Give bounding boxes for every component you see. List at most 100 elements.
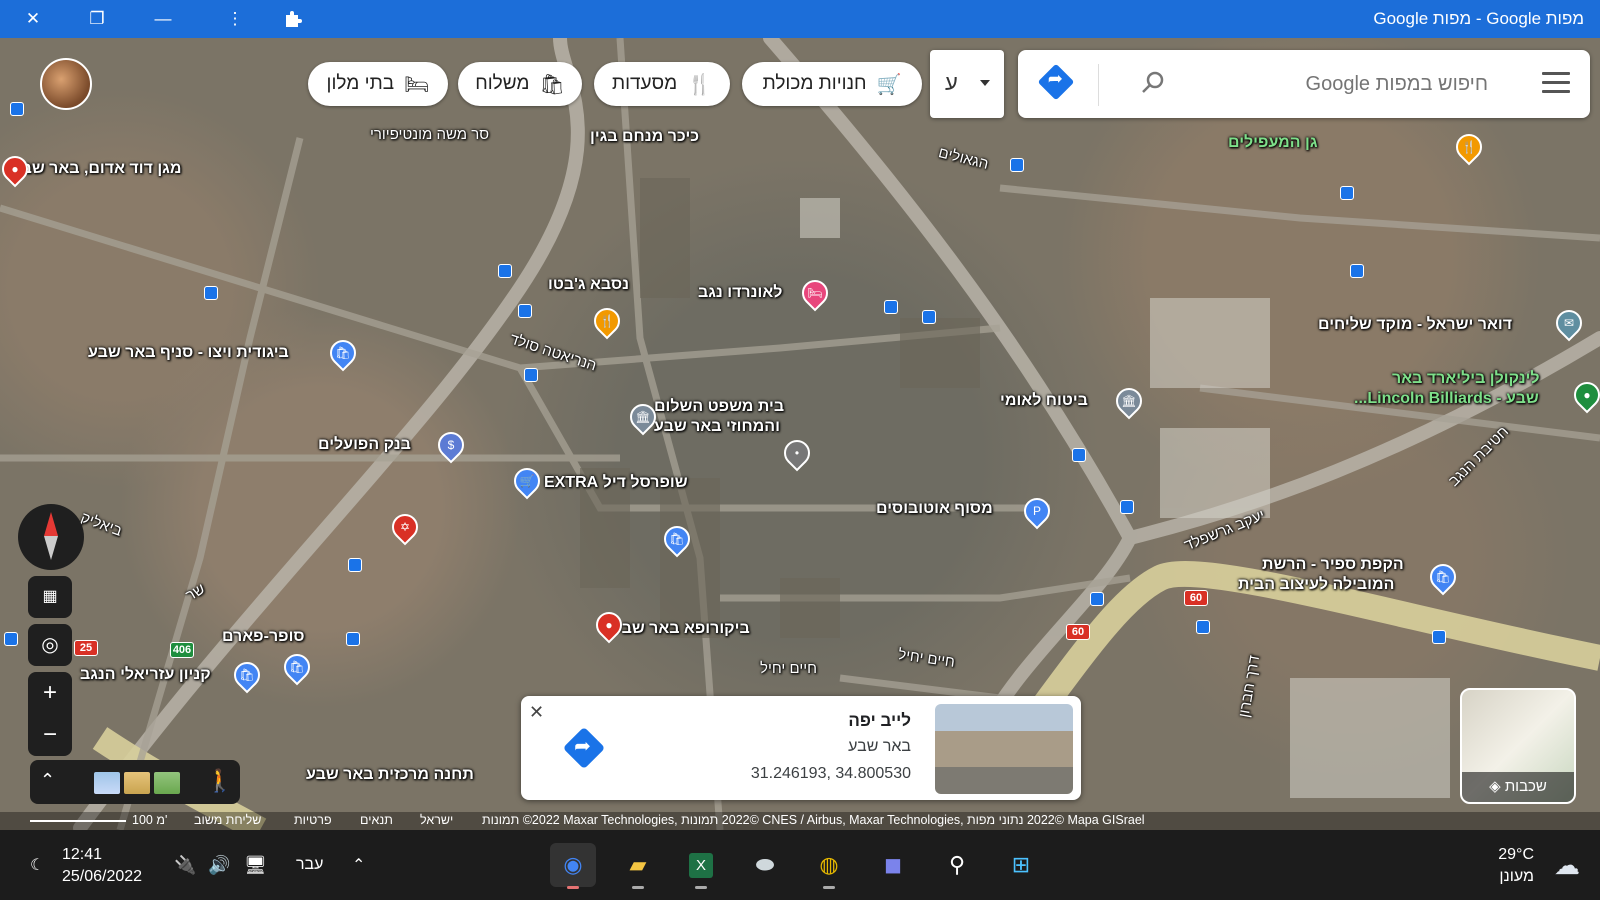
- bus-stop-icon[interactable]: [1120, 500, 1134, 514]
- file-explorer-icon[interactable]: ▰: [615, 843, 661, 889]
- directions-icon[interactable]: ➦: [562, 726, 606, 770]
- bus-stop-icon[interactable]: [1432, 630, 1446, 644]
- clock[interactable]: 12:41 25/06/2022: [62, 844, 142, 888]
- map-label-lincoln-2[interactable]: שבע - Lincoln Billiards...: [1354, 390, 1539, 408]
- search-divider: [1098, 64, 1099, 106]
- restore-window-button[interactable]: ❐: [74, 0, 120, 38]
- weather-condition: מעונן: [1499, 868, 1534, 885]
- chip-restaurants[interactable]: 🍴 מסעדות: [594, 62, 730, 106]
- temperature: 29°C: [1498, 846, 1534, 863]
- chip-label: חנויות מכולת: [762, 73, 867, 94]
- search-box: ➦: [1018, 50, 1590, 118]
- input-language[interactable]: עבר: [296, 830, 323, 900]
- excel-icon[interactable]: X: [678, 843, 724, 889]
- map-label-hakafat-2[interactable]: המובילה לעיצוב הבית: [1238, 576, 1394, 594]
- map-label-mada[interactable]: מגן דוד אדום, באר שבע: [12, 160, 181, 178]
- minimize-window-button[interactable]: —: [140, 0, 186, 38]
- bus-stop-icon[interactable]: [346, 632, 360, 646]
- bus-stop-icon[interactable]: [884, 300, 898, 314]
- map-label-masof[interactable]: מסוף אוטובוסים: [876, 500, 993, 518]
- apps-grid-icon[interactable]: ▦: [28, 576, 72, 618]
- battery-icon[interactable]: 🔌: [174, 830, 196, 900]
- map-label-court[interactable]: בית משפט השלום: [654, 398, 784, 416]
- network-icon[interactable]: 🖥: [244, 830, 267, 900]
- chip-hotels[interactable]: 🛏 בתי מלון: [308, 62, 448, 106]
- bus-stop-icon[interactable]: [10, 102, 24, 116]
- map-label-nesba[interactable]: נסבא ג'בטו: [548, 276, 629, 294]
- map-label-shufersal[interactable]: שופרסל דיל EXTRA: [544, 474, 688, 492]
- account-avatar[interactable]: [40, 58, 92, 110]
- map-label-leonardo[interactable]: לאונרדו נגב: [698, 284, 782, 302]
- bus-stop-icon[interactable]: [204, 286, 218, 300]
- send-feedback-link[interactable]: שליחת משוב: [194, 813, 261, 827]
- expand-up-icon[interactable]: ⌃: [40, 770, 55, 791]
- more-options-icon[interactable]: ⋮: [212, 0, 258, 38]
- zoom-controls: + −: [28, 672, 72, 756]
- map-label-superpharm[interactable]: סופר-פארם: [222, 628, 305, 646]
- bus-stop-icon[interactable]: [1340, 186, 1354, 200]
- terrain-layer-thumb[interactable]: [124, 772, 150, 794]
- chip-delivery[interactable]: 🛍 משלוח: [458, 62, 582, 106]
- bus-stop-icon[interactable]: [4, 632, 18, 646]
- map-label-biocofa[interactable]: ביקורופא באר שבע: [612, 620, 750, 638]
- hotel-icon: 🛏: [404, 73, 430, 96]
- layers-toggle[interactable]: שכבות ◈: [1460, 688, 1576, 804]
- bus-stop-icon[interactable]: [1072, 448, 1086, 462]
- bus-stop-icon[interactable]: [524, 368, 538, 382]
- scanner-icon[interactable]: ⬬: [742, 843, 788, 887]
- close-window-button[interactable]: ✕: [10, 0, 56, 38]
- bus-stop-icon[interactable]: [348, 558, 362, 572]
- search-icon[interactable]: [1140, 70, 1166, 96]
- cloud-icon: ☁: [1554, 850, 1580, 880]
- bus-stop-icon[interactable]: [1350, 264, 1364, 278]
- chat-icon[interactable]: ◼: [870, 843, 916, 887]
- compass-icon[interactable]: [18, 504, 84, 570]
- moon-icon[interactable]: ☾: [30, 830, 44, 900]
- puzzle-icon[interactable]: [270, 0, 316, 38]
- bus-stop-icon[interactable]: [1010, 158, 1024, 172]
- privacy-link[interactable]: פרטיות: [294, 813, 332, 827]
- zoom-out-button[interactable]: −: [28, 714, 72, 756]
- language-button[interactable]: ע: [930, 50, 1004, 118]
- map-label-bituach[interactable]: ביטוח לאומי: [1000, 392, 1088, 410]
- weather-widget[interactable]: 29°C מעונן: [1498, 844, 1534, 888]
- satellite-layer-thumb[interactable]: [154, 772, 180, 794]
- map-label-court-2[interactable]: והמחוזי באר שבע: [654, 418, 780, 436]
- chevron-up-icon[interactable]: ⌃: [352, 830, 365, 900]
- search-icon[interactable]: ⚲: [934, 843, 980, 887]
- my-location-icon[interactable]: ◎: [28, 624, 72, 666]
- zoom-in-button[interactable]: +: [28, 672, 72, 714]
- map-label-azrieli[interactable]: קניון עזריאלי הנגב: [80, 666, 211, 684]
- transit-layer-thumb[interactable]: [94, 772, 120, 794]
- bus-stop-icon[interactable]: [1090, 592, 1104, 606]
- bus-stop-icon[interactable]: [922, 310, 936, 324]
- windows-start-icon[interactable]: ⊞: [998, 843, 1044, 887]
- map-label-central-station[interactable]: תחנה מרכזית באר שבע: [306, 766, 474, 784]
- volume-icon[interactable]: 🔊: [208, 830, 230, 900]
- directions-icon[interactable]: ➦: [1037, 63, 1075, 101]
- street-montefiore: סר משה מונטיפיורי: [370, 126, 490, 143]
- place-card[interactable]: לייב יפה באר שבע 31.246193, 34.800530 ✕ …: [521, 696, 1081, 800]
- street-view-pegman-icon[interactable]: 🚶: [206, 768, 233, 794]
- close-icon[interactable]: ✕: [529, 702, 544, 723]
- map-label-menachem-begin[interactable]: כיכר מנחם בגין: [590, 128, 699, 146]
- road-shield-60: 60: [1184, 590, 1208, 606]
- bus-stop-icon[interactable]: [498, 264, 512, 278]
- map-label-hakafat[interactable]: הקפת ספיר - הרשת: [1262, 556, 1404, 574]
- clock-date: 25/06/2022: [62, 868, 143, 885]
- street-view-thumbnail[interactable]: [935, 704, 1073, 794]
- bus-stop-icon[interactable]: [518, 304, 532, 318]
- terms-link[interactable]: תנאים: [360, 813, 393, 827]
- map-label-gan-hamefalim[interactable]: גן המעפילים: [1228, 134, 1318, 152]
- search-input[interactable]: [1216, 72, 1490, 97]
- map-label-poalim[interactable]: בנק הפועלים: [318, 436, 411, 454]
- map-label-vizu[interactable]: ביגודית ויצו - סניף באר שבע: [88, 344, 289, 362]
- delivery-icon: 🛍: [539, 73, 565, 96]
- map-label-doar[interactable]: דואר ישראל - מוקד שליחים: [1318, 316, 1512, 334]
- menu-icon[interactable]: [1542, 72, 1570, 94]
- map-label-lincoln[interactable]: לינקולן ביליארד באר: [1392, 370, 1540, 388]
- bus-stop-icon[interactable]: [1196, 620, 1210, 634]
- chrome-icon[interactable]: ◍: [806, 843, 852, 889]
- chip-grocery[interactable]: 🛒 חנויות מכולת: [742, 62, 922, 106]
- maps-app-icon[interactable]: ◉: [550, 843, 596, 889]
